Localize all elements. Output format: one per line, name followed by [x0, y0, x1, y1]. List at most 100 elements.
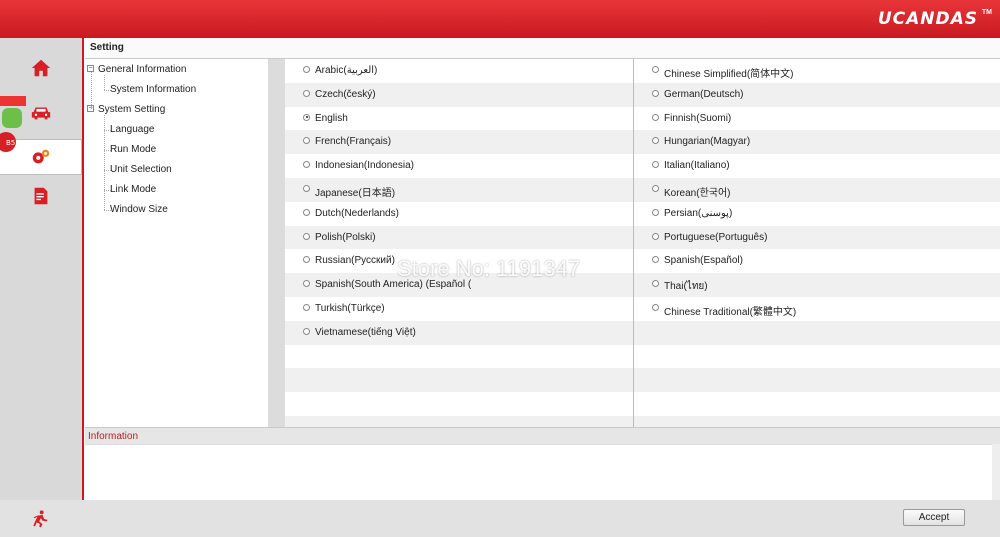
language-option[interactable]: Polish(Polski): [285, 225, 633, 250]
radio-button[interactable]: [652, 161, 659, 169]
tree-connector: [104, 75, 105, 90]
language-option[interactable]: Thai(ไทย): [634, 273, 1000, 297]
collapse-toggle-icon[interactable]: −: [87, 65, 94, 72]
sidebar-item-home[interactable]: [0, 50, 82, 86]
radio-button[interactable]: [652, 66, 659, 73]
collapse-toggle-icon[interactable]: −: [87, 105, 94, 112]
radio-button[interactable]: [303, 232, 310, 240]
language-label: Hungarian(Magyar): [664, 136, 751, 148]
language-label: Arabic(العربية): [315, 65, 378, 76]
gear-icon: [32, 149, 49, 164]
tree-item-run-mode[interactable]: Run Mode: [110, 144, 156, 155]
tree-item-general-information[interactable]: General Information: [98, 64, 186, 75]
language-label: Persian(پوسنی): [664, 207, 733, 219]
badge-text: B5: [6, 139, 15, 147]
language-option[interactable]: Korean(한국어): [634, 177, 1000, 202]
information-body: [85, 444, 1000, 500]
language-label: Portuguese(Português): [664, 231, 768, 243]
empty-row: [285, 345, 633, 369]
promo-badge-icon: B5: [0, 96, 26, 152]
tree-item-link-mode[interactable]: Link Mode: [110, 184, 156, 195]
radio-button[interactable]: [303, 89, 310, 97]
language-column-right: Chinese Simplified(简体中文) German(Deutsch)…: [634, 59, 1000, 463]
radio-button[interactable]: [652, 208, 659, 216]
language-option[interactable]: Japanese(日本語): [285, 177, 633, 202]
report-icon: [34, 187, 48, 205]
radio-button[interactable]: [303, 137, 310, 145]
radio-button[interactable]: [303, 184, 310, 192]
store-watermark: Store No: 1191347: [397, 256, 581, 281]
language-label: Indonesian(Indonesia): [315, 160, 414, 172]
radio-button[interactable]: [303, 303, 310, 311]
language-label: Korean(한국어): [664, 187, 731, 199]
language-option[interactable]: Indonesian(Indonesia): [285, 154, 633, 178]
language-option[interactable]: Arabic(العربية): [285, 59, 633, 83]
tree-item-window-size[interactable]: Window Size: [110, 204, 168, 215]
radio-button[interactable]: [652, 137, 659, 145]
empty-row: [634, 345, 1000, 369]
radio-button[interactable]: [303, 256, 310, 264]
sidebar-item-report[interactable]: [0, 178, 82, 214]
language-label: Turkish(Türkçe): [315, 302, 385, 314]
settings-tree: − General Information System Information…: [85, 59, 268, 463]
language-option[interactable]: German(Deutsch): [634, 82, 1000, 107]
tree-item-system-setting[interactable]: System Setting: [98, 104, 165, 115]
language-list: Arabic(العربية) Czech(český) English Fre…: [285, 59, 1000, 463]
tree-item-system-information[interactable]: System Information: [110, 84, 196, 95]
language-label: Japanese(日本語): [315, 187, 396, 199]
radio-button[interactable]: [303, 161, 310, 169]
page-title: Setting: [85, 38, 1000, 59]
language-label: Polish(Polski): [315, 231, 376, 243]
car-icon: [31, 107, 51, 120]
radio-button[interactable]: [303, 327, 310, 335]
brand-logo: UCANDAS: [877, 9, 978, 29]
language-option[interactable]: Chinese Simplified(简体中文): [634, 59, 1000, 83]
radio-button[interactable]: [652, 89, 659, 97]
language-option[interactable]: Dutch(Nederlands): [285, 202, 633, 226]
language-option[interactable]: Chinese Traditional(繁體中文): [634, 297, 1000, 321]
tree-item-unit-selection[interactable]: Unit Selection: [110, 164, 172, 175]
language-option[interactable]: Spanish(Español): [634, 249, 1000, 273]
language-label: Chinese Traditional(繁體中文): [664, 306, 797, 318]
exit-icon[interactable]: [30, 509, 50, 529]
top-bar: UCANDAS TM: [0, 0, 1000, 38]
language-label: German(Deutsch): [664, 88, 744, 100]
language-option[interactable]: Italian(Italiano): [634, 154, 1000, 178]
radio-button-selected[interactable]: [303, 113, 310, 121]
language-label: Vietnamese(tiếng Việt): [315, 326, 416, 338]
language-label: Chinese Simplified(简体中文): [664, 69, 794, 80]
radio-button[interactable]: [652, 303, 659, 311]
information-scrollbar[interactable]: [992, 444, 1000, 500]
radio-button[interactable]: [652, 256, 659, 264]
radio-button[interactable]: [303, 208, 310, 216]
bottom-bar: Accept: [0, 500, 1000, 537]
language-option[interactable]: Turkish(Türkçe): [285, 297, 633, 321]
radio-button[interactable]: [652, 184, 659, 192]
language-option[interactable]: Portuguese(Português): [634, 225, 1000, 250]
radio-button[interactable]: [652, 280, 659, 288]
language-option[interactable]: Finnish(Suomi): [634, 107, 1000, 131]
language-label: French(Français): [315, 136, 392, 148]
language-label: Russian(Русский): [315, 255, 395, 267]
radio-button[interactable]: [303, 66, 310, 73]
language-label: Spanish(Español): [664, 255, 743, 267]
language-option[interactable]: Vietnamese(tiếng Việt): [285, 320, 633, 345]
language-option[interactable]: English: [285, 107, 633, 131]
radio-button[interactable]: [303, 280, 310, 288]
language-label: Thai(ไทย): [664, 281, 708, 293]
trademark-mark: TM: [981, 9, 992, 16]
tree-scrollbar[interactable]: [268, 59, 285, 463]
empty-row: [285, 368, 633, 393]
language-label: Finnish(Suomi): [664, 112, 732, 124]
language-option[interactable]: Czech(český): [285, 82, 633, 107]
language-label: Italian(Italiano): [664, 160, 730, 172]
tree-connector: [91, 71, 92, 109]
language-option[interactable]: French(Français): [285, 130, 633, 155]
tree-item-language[interactable]: Language: [110, 124, 155, 135]
radio-button[interactable]: [652, 113, 659, 121]
accept-button[interactable]: Accept: [903, 509, 965, 526]
radio-button[interactable]: [652, 232, 659, 240]
language-option[interactable]: Hungarian(Magyar): [634, 130, 1000, 155]
language-label: English: [315, 112, 348, 124]
language-option[interactable]: Persian(پوسنی): [634, 202, 1000, 226]
